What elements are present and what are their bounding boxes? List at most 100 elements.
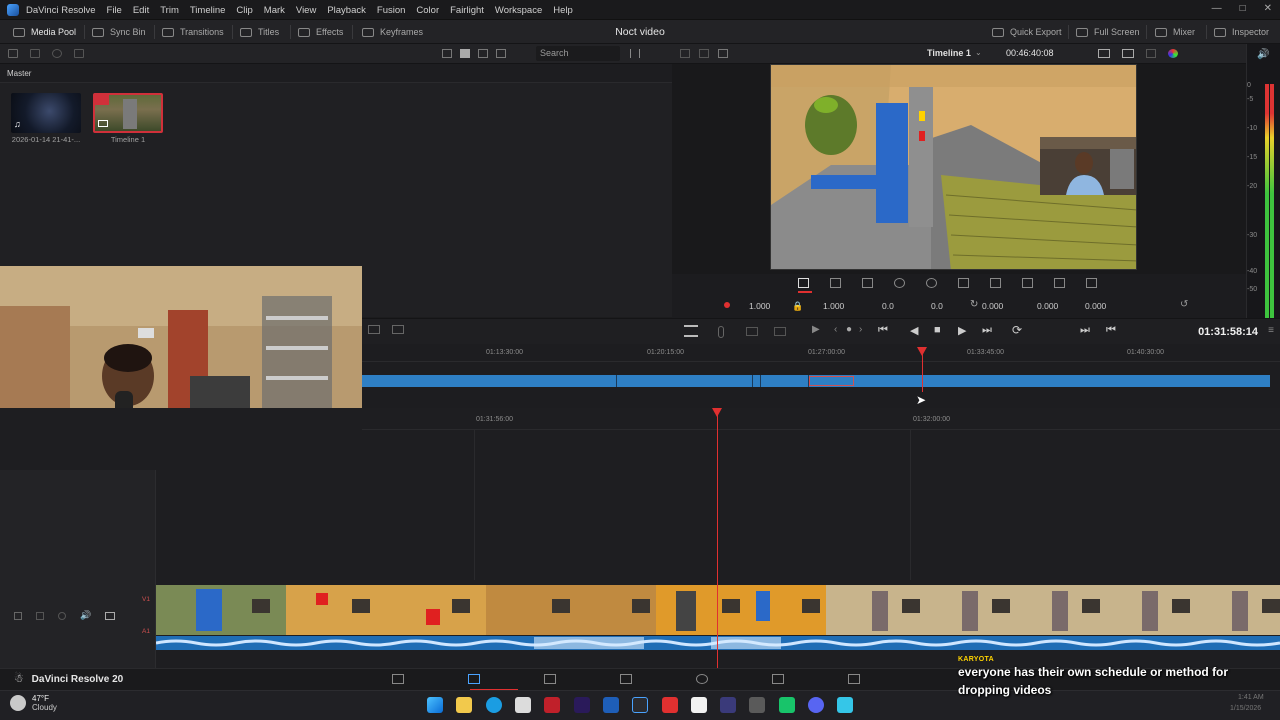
menu-color[interactable]: Color [416,5,439,16]
app-tf-icon[interactable] [662,697,678,713]
lower-playhead[interactable] [717,414,718,668]
fusion-page-icon[interactable] [620,674,632,684]
stabilize-icon[interactable] [1022,278,1033,288]
lower-playhead-handle[interactable] [712,408,722,417]
fairlight-page-icon[interactable] [772,674,784,684]
play-reverse-icon[interactable]: ◀ [910,324,918,337]
viewer-timeline-name[interactable]: Timeline 1 [927,48,971,58]
yaw-value[interactable]: 0.000 [1085,301,1106,311]
keyframes-button[interactable]: Keyframes [362,20,423,44]
deliver-page-icon[interactable] [848,674,860,684]
file-explorer-icon[interactable] [456,697,472,713]
sync-icon[interactable] [52,49,62,58]
headphone-icon[interactable] [58,611,66,620]
reset-icon[interactable]: ↺ [1180,299,1188,310]
media-pool-button[interactable]: Media Pool [13,20,76,44]
zoom-y-value[interactable]: 1.000 [823,301,844,311]
position-x-value[interactable]: 0.0 [882,301,894,311]
loop-icon[interactable]: ⟳ [1012,323,1022,337]
titles-button[interactable]: Titles [240,20,279,44]
menu-fairlight[interactable]: Fairlight [450,5,484,16]
video-track-v1[interactable] [156,585,1280,635]
viewer-zoom-icon[interactable] [1098,49,1110,58]
thumbnail-view-icon[interactable] [460,49,470,58]
timeline-view-icon[interactable] [368,325,380,334]
minimize-icon[interactable]: — [1212,3,1222,14]
zoom-x-value[interactable]: 1.000 [749,301,770,311]
lower-timeline-ruler[interactable]: 01:31:56:00 01:32:00:00 [362,408,1280,430]
speed-tool-icon[interactable] [926,278,937,288]
track-settings-icon[interactable] [14,611,22,620]
maximize-icon[interactable]: □ [1240,3,1246,14]
stop-icon[interactable]: ■ [934,324,941,336]
color-page-icon[interactable] [696,674,708,684]
speaker-icon[interactable]: 🔊 [1257,49,1269,60]
calculator-icon[interactable] [749,697,765,713]
discord-icon[interactable] [808,697,824,713]
volume-icon[interactable]: 🔊 [80,610,91,621]
edge-browser-icon[interactable] [486,697,502,713]
crop-tool-icon[interactable] [830,278,841,288]
media-page-icon[interactable] [392,674,404,684]
menu-trim[interactable]: Trim [160,5,179,16]
list-view-icon[interactable] [496,49,506,58]
timeline-options-icon[interactable] [392,325,404,334]
media-pool-search-input[interactable]: Search [536,46,620,61]
viewer-options-icon[interactable] [1146,49,1156,58]
transform-tool-icon[interactable] [798,278,809,288]
chevron-down-icon[interactable]: ⌄ [975,48,982,57]
inspector-button[interactable]: Inspector [1214,20,1269,44]
play-icon[interactable]: ▶ [958,324,966,337]
prev-edit-icon[interactable]: ⏮ [1106,324,1116,337]
smart-reframe-icon[interactable] [990,278,1001,288]
upper-playhead[interactable] [922,352,923,392]
lock-icon[interactable]: 🔒 [792,301,803,312]
menu-app[interactable]: DaVinci Resolve [26,5,96,16]
pitch-value[interactable]: 0.000 [1037,301,1058,311]
viewer-frame[interactable] [770,64,1137,270]
color-wheel-icon[interactable] [1168,49,1178,58]
app-green-icon[interactable] [779,697,795,713]
app-notes-icon[interactable] [837,697,853,713]
weather-widget[interactable]: 47°F Cloudy [10,694,57,712]
menu-file[interactable]: File [107,5,122,16]
more-options-icon[interactable]: ≡ [1268,325,1274,336]
track-lock-icon-a[interactable] [36,611,44,620]
go-to-start-icon[interactable]: ⏮ [878,324,888,337]
menu-fusion[interactable]: Fusion [377,5,406,16]
menu-timeline[interactable]: Timeline [190,5,226,16]
close-icon[interactable]: ✕ [1264,3,1272,14]
transitions-button[interactable]: Transitions [162,20,224,44]
track-lock-icon[interactable] [746,327,758,336]
word-icon[interactable] [603,697,619,713]
rotation-value[interactable]: 0.000 [982,301,1003,311]
dynamic-zoom-icon[interactable] [862,278,873,288]
filmstrip-view-icon[interactable] [478,49,488,58]
clip-thumbnail-timeline[interactable] [93,93,163,133]
fx-tool-icon[interactable] [1086,278,1097,288]
annotation-tool-icon[interactable] [958,278,969,288]
audio-tool-icon[interactable] [1054,278,1065,288]
menu-workspace[interactable]: Workspace [495,5,542,16]
upper-playhead-handle[interactable] [917,347,927,356]
position-y-value[interactable]: 0.0 [931,301,943,311]
cut-page-icon[interactable] [468,674,480,684]
menu-clip[interactable]: Clip [236,5,252,16]
full-screen-button[interactable]: Full Screen [1076,20,1140,44]
sync-bin-button[interactable]: Sync Bin [92,20,146,44]
edit-page-icon[interactable] [544,674,556,684]
menu-playback[interactable]: Playback [327,5,366,16]
add-keyframe-icon[interactable]: ● [846,324,852,335]
mixer-button[interactable]: Mixer [1155,20,1195,44]
audio-track-a1[interactable] [156,636,1280,650]
windows-start-icon[interactable] [427,697,443,713]
clip-thumbnail-recording[interactable]: ♫ [11,93,81,133]
menu-view[interactable]: View [296,5,316,16]
app-recorder-icon[interactable] [720,697,736,713]
store-icon[interactable] [515,697,531,713]
viewer-output-icon[interactable] [1122,49,1134,58]
play-around-icon[interactable]: ▶ [812,324,820,335]
next-keyframe-icon[interactable]: › [859,324,862,335]
next-edit-icon[interactable]: ⏭ [1080,324,1090,337]
davinci-taskbar-icon[interactable] [632,697,648,713]
